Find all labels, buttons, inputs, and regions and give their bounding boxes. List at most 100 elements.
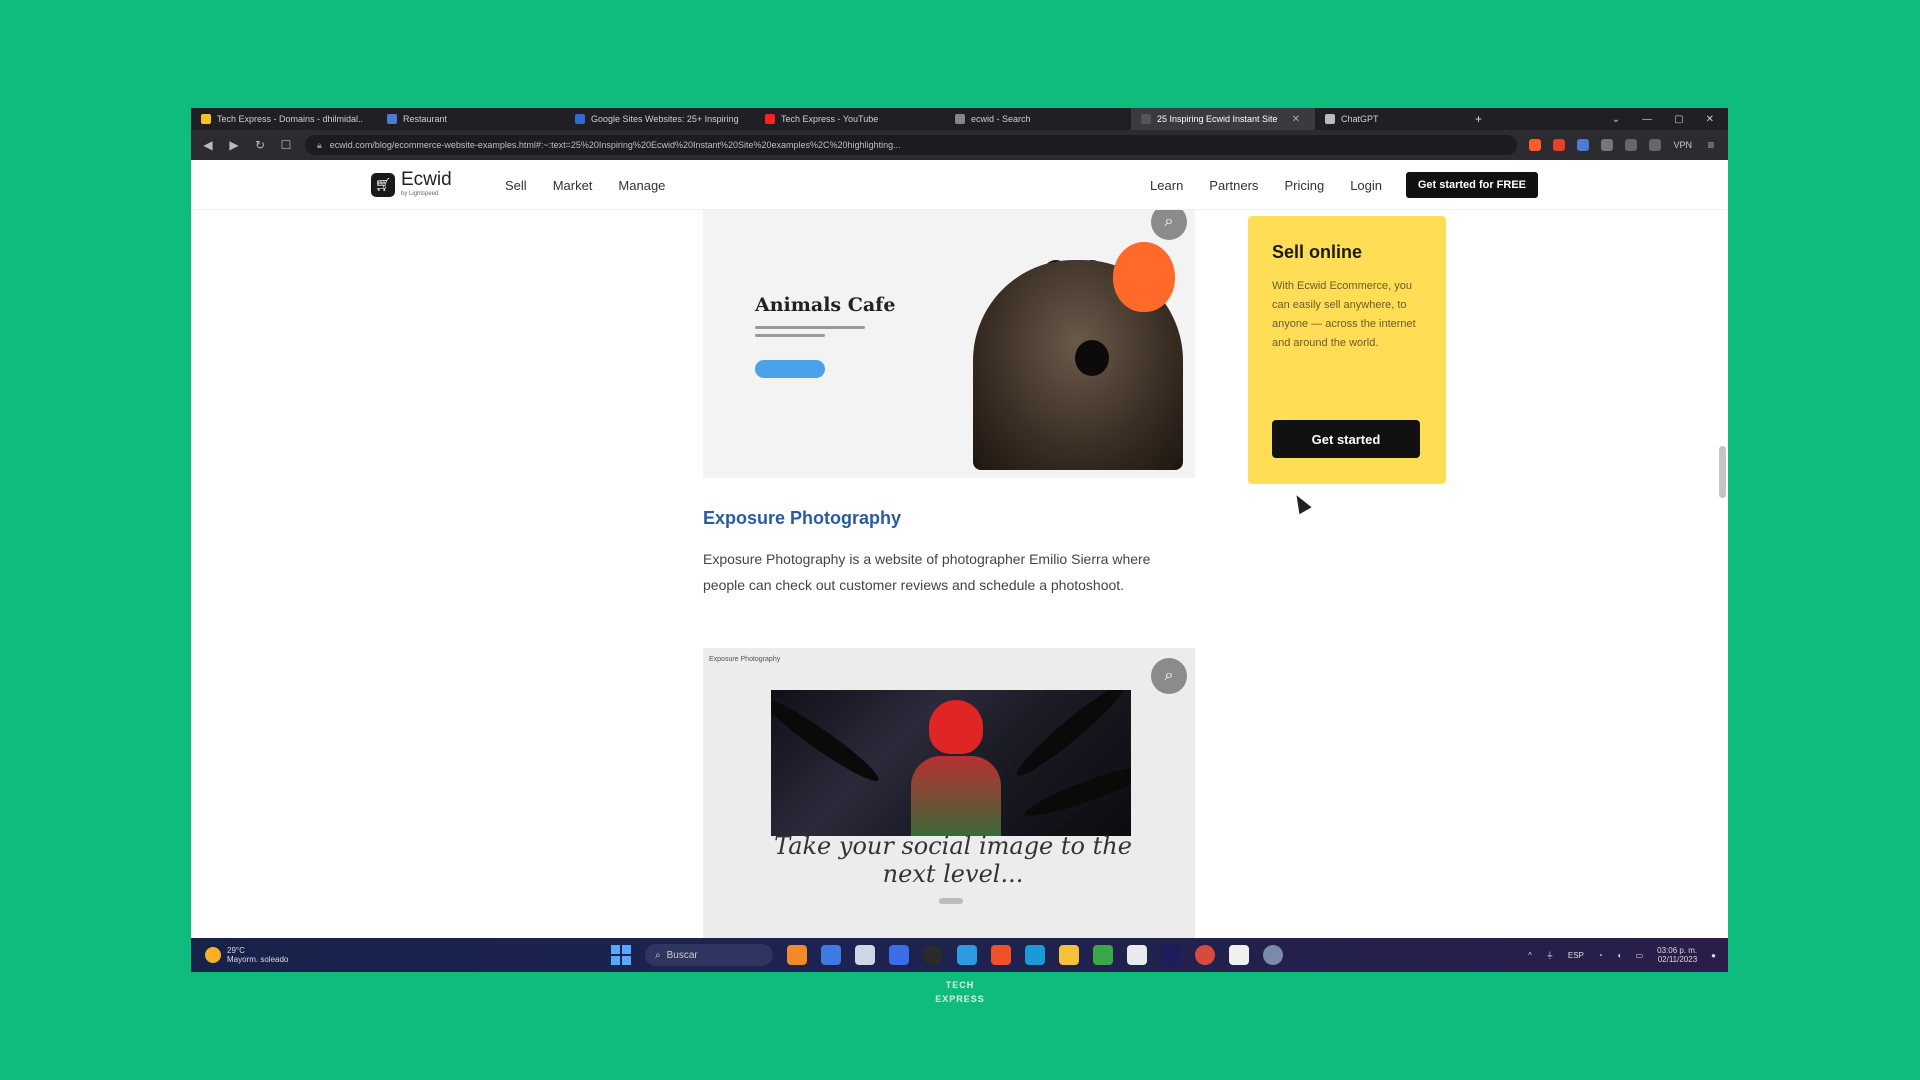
chrome-icon[interactable] xyxy=(1195,945,1215,965)
clock[interactable]: 03:06 p. m. 02/11/2023 xyxy=(1657,946,1697,964)
sidebar-icon[interactable] xyxy=(1649,139,1662,151)
brave-shield-icon[interactable] xyxy=(1529,139,1542,151)
settings-icon[interactable] xyxy=(1263,945,1283,965)
camtasia-icon[interactable] xyxy=(1093,945,1113,965)
maximize-icon[interactable]: ▢ xyxy=(1674,114,1683,125)
nav-item-manage[interactable]: Manage xyxy=(618,178,665,193)
browser-tab[interactable]: ecwid - Search xyxy=(945,108,1131,130)
usb-icon[interactable]: ⏚ xyxy=(1546,950,1554,961)
forward-icon[interactable]: ▶ xyxy=(227,138,241,152)
preview-text-line xyxy=(755,326,865,329)
zoom-icon[interactable]: ⌕ xyxy=(1151,658,1187,694)
preview-title: Animals Cafe xyxy=(755,294,896,316)
browser-tab[interactable]: Tech Express - Domains - dhilmidal.. xyxy=(191,108,377,130)
back-icon[interactable]: ◀ xyxy=(201,138,215,152)
close-window-icon[interactable]: ✕ xyxy=(1706,114,1714,125)
tab-favicon-icon xyxy=(575,114,585,124)
section-description: Exposure Photography is a website of pho… xyxy=(703,551,1151,593)
widgets-icon[interactable] xyxy=(821,945,841,965)
tab-favicon-icon xyxy=(955,114,965,124)
file-explorer-icon[interactable] xyxy=(1059,945,1079,965)
preview-caption: Exposure Photography xyxy=(709,656,781,663)
reload-icon[interactable]: ↻ xyxy=(253,138,267,152)
windows-start-icon[interactable] xyxy=(611,945,631,965)
premiere-icon[interactable] xyxy=(1161,945,1181,965)
language-indicator[interactable]: ESP xyxy=(1568,951,1584,960)
tab-list-icon[interactable]: ⌄ xyxy=(1612,114,1620,125)
mail-icon[interactable] xyxy=(957,945,977,965)
mouse-cursor-icon xyxy=(1290,491,1312,515)
brave-browser-icon[interactable] xyxy=(991,945,1011,965)
editor-icon[interactable] xyxy=(889,945,909,965)
main-nav: Sell Market Manage xyxy=(505,178,665,193)
browser-tab-bar: Tech Express - Domains - dhilmidal.. Res… xyxy=(191,108,1728,130)
page-scrollbar[interactable] xyxy=(1719,446,1726,498)
battery-icon[interactable]: ▭ xyxy=(1636,951,1644,960)
nav-item-market[interactable]: Market xyxy=(553,178,593,193)
new-tab-button[interactable]: + xyxy=(1465,112,1492,126)
system-tray: ^ ⏚ ESP ◔ ◖ ▭ 03:06 p. m. 02/11/2023 ● xyxy=(1528,946,1716,964)
chevron-up-icon[interactable]: ^ xyxy=(1528,951,1532,960)
weather-widget[interactable]: 29°C Mayorm. soleado xyxy=(191,946,288,964)
taskbar-apps: ⌕ Buscar xyxy=(611,944,1283,966)
article-content: Animals Cafe ⌕ Sell online With Ecwid Ec… xyxy=(191,210,1728,938)
nav-item-pricing[interactable]: Pricing xyxy=(1284,178,1324,193)
address-bar[interactable]: 🔒︎ ecwid.com/blog/ecommerce-website-exam… xyxy=(305,135,1518,155)
menu-icon[interactable]: ≡ xyxy=(1704,138,1718,152)
site-header: 🛒︎ Ecwid by Lightspeed Sell Market Manag… xyxy=(191,160,1728,210)
nav-item-learn[interactable]: Learn xyxy=(1150,178,1183,193)
extension-icon[interactable] xyxy=(1577,139,1590,151)
puzzle-icon[interactable] xyxy=(1601,139,1614,151)
store-icon[interactable] xyxy=(1229,945,1249,965)
tab-favicon-icon xyxy=(1141,114,1151,124)
browser-tab-active[interactable]: 25 Inspiring Ecwid Instant Site ✕ xyxy=(1131,108,1315,130)
get-started-button[interactable]: Get started xyxy=(1272,420,1420,458)
preview-headline: Take your social image to the next level… xyxy=(774,832,1132,888)
right-nav: Learn Partners Pricing Login xyxy=(1150,178,1382,193)
copilot-icon[interactable] xyxy=(787,945,807,965)
capture-icon[interactable] xyxy=(1127,945,1147,965)
palm-leaf xyxy=(771,691,885,789)
rewards-icon[interactable] xyxy=(1553,139,1566,151)
window-controls: ⌄ — ▢ ✕ xyxy=(1612,114,1728,125)
browser-toolbar: ◀ ▶ ↻ ☐ 🔒︎ ecwid.com/blog/ecommerce-webs… xyxy=(191,130,1728,160)
get-started-free-button[interactable]: Get started for FREE xyxy=(1405,172,1538,198)
bookmark-icon[interactable]: ☐ xyxy=(279,138,293,152)
tab-favicon-icon xyxy=(765,114,775,124)
browser-tab[interactable]: Tech Express - YouTube xyxy=(755,108,945,130)
windows-taskbar: 29°C Mayorm. soleado ⌕ Buscar ^ ⏚ ESP ◔ … xyxy=(191,938,1728,972)
balloon-illustration xyxy=(1113,242,1175,312)
edge-icon[interactable] xyxy=(1025,945,1045,965)
nav-item-login[interactable]: Login xyxy=(1350,178,1382,193)
wifi-icon[interactable]: ◔ xyxy=(1598,951,1603,960)
tab-favicon-icon xyxy=(1325,114,1335,124)
ecwid-logo[interactable]: 🛒︎ Ecwid by Lightspeed xyxy=(371,170,452,198)
search-icon: ⌕ xyxy=(655,949,661,961)
browser-tab[interactable]: Google Sites Websites: 25+ Inspiring xyxy=(565,108,755,130)
vpn-button[interactable]: VPN xyxy=(1673,140,1692,150)
nav-item-sell[interactable]: Sell xyxy=(505,178,527,193)
close-tab-icon[interactable]: ✕ xyxy=(1292,114,1300,125)
cart-icon: 🛒︎ xyxy=(371,173,395,197)
lock-icon: 🔒︎ xyxy=(317,139,322,150)
nav-item-partners[interactable]: Partners xyxy=(1209,178,1258,193)
tab-favicon-icon xyxy=(387,114,397,124)
taskbar-search[interactable]: ⌕ Buscar xyxy=(645,944,773,966)
model-body xyxy=(911,756,1001,836)
section-title[interactable]: Exposure Photography xyxy=(703,508,901,529)
obs-icon[interactable] xyxy=(923,945,943,965)
browser-tab[interactable]: ChatGPT xyxy=(1315,108,1465,130)
preview-text-line xyxy=(755,334,825,337)
hero-photo xyxy=(771,690,1131,836)
task-view-icon[interactable] xyxy=(855,945,875,965)
channel-watermark: TECH EXPRESS xyxy=(935,980,985,1004)
notification-icon[interactable]: ● xyxy=(1711,951,1716,960)
volume-icon[interactable]: ◖ xyxy=(1617,951,1622,960)
zoom-icon[interactable]: ⌕ xyxy=(1151,210,1187,240)
minimize-icon[interactable]: — xyxy=(1642,114,1652,125)
sun-icon xyxy=(205,947,221,963)
model-hat xyxy=(929,700,983,754)
download-icon[interactable] xyxy=(1625,139,1638,151)
browser-tab[interactable]: Restaurant xyxy=(377,108,565,130)
sell-online-title: Sell online xyxy=(1272,242,1363,262)
